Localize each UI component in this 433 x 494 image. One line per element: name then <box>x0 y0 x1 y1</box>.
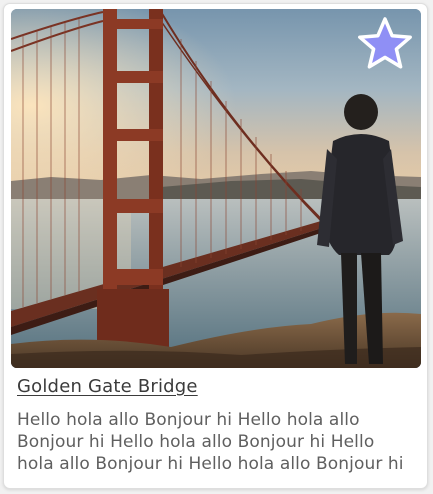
bridge-card: Golden Gate Bridge Hello hola allo Bonjo… <box>3 3 428 489</box>
card-image[interactable] <box>11 9 421 368</box>
card-title[interactable]: Golden Gate Bridge <box>17 376 198 397</box>
star-icon[interactable] <box>356 15 414 73</box>
card-description: Hello hola allo Bonjour hi Hello hola al… <box>17 410 404 474</box>
